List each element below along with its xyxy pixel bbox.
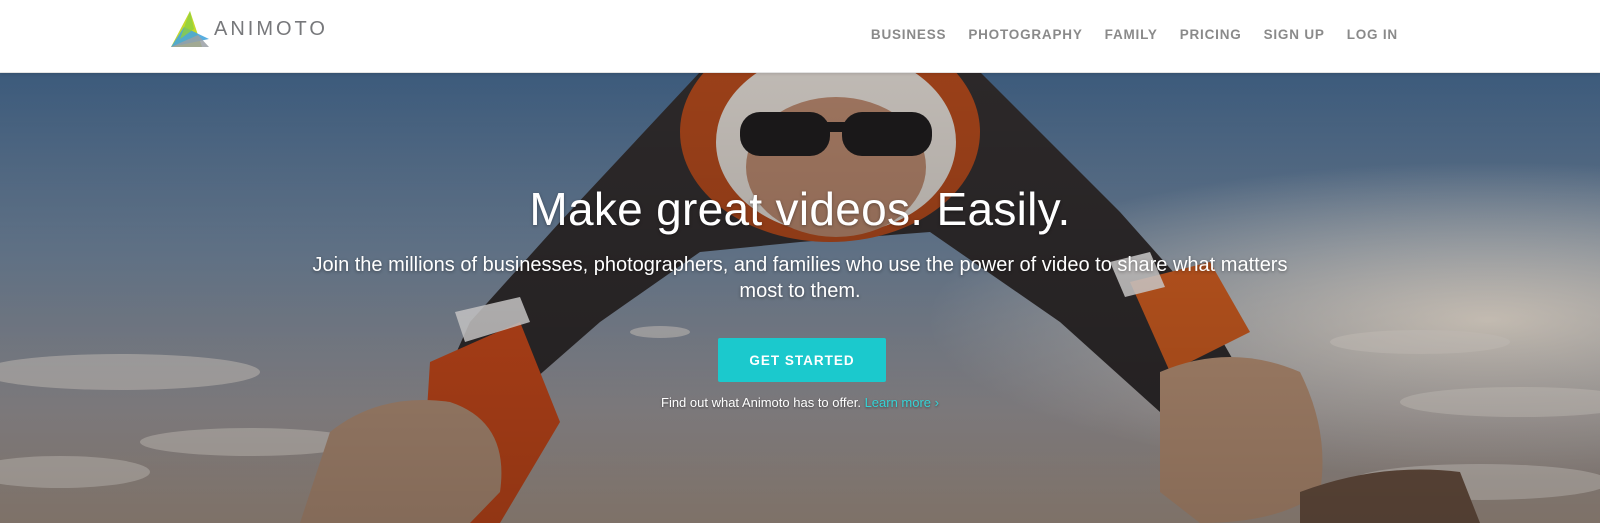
site-header: ANIMOTO BUSINESS PHOTOGRAPHY FAMILY PRIC…: [0, 0, 1600, 73]
logo-wordmark: ANIMOTO: [214, 17, 328, 40]
get-started-button[interactable]: GET STARTED: [718, 338, 886, 382]
learn-more-line: Find out what Animoto has to offer. Lear…: [0, 395, 1600, 410]
nav-pricing[interactable]: PRICING: [1180, 27, 1242, 42]
hero-subheadline: Join the millions of businesses, photogr…: [312, 254, 1288, 302]
hero-section: Make great videos. Easily. Join the mill…: [0, 72, 1600, 523]
nav-photography[interactable]: PHOTOGRAPHY: [968, 27, 1082, 42]
nav-family[interactable]: FAMILY: [1105, 27, 1158, 42]
nav-sign-up[interactable]: SIGN UP: [1264, 27, 1325, 42]
hero-content: Make great videos. Easily. Join the mill…: [0, 72, 1600, 523]
nav-log-in[interactable]: LOG IN: [1347, 27, 1398, 42]
hero-headline: Make great videos. Easily.: [529, 183, 1071, 235]
nav-business[interactable]: BUSINESS: [871, 27, 946, 42]
learn-more-text: Find out what Animoto has to offer.: [661, 395, 865, 410]
main-nav: BUSINESS PHOTOGRAPHY FAMILY PRICING SIGN…: [871, 25, 1398, 43]
learn-more-link[interactable]: Learn more ›: [865, 395, 939, 410]
animoto-logo-icon: [171, 11, 209, 47]
animoto-logo[interactable]: ANIMOTO: [168, 9, 328, 49]
